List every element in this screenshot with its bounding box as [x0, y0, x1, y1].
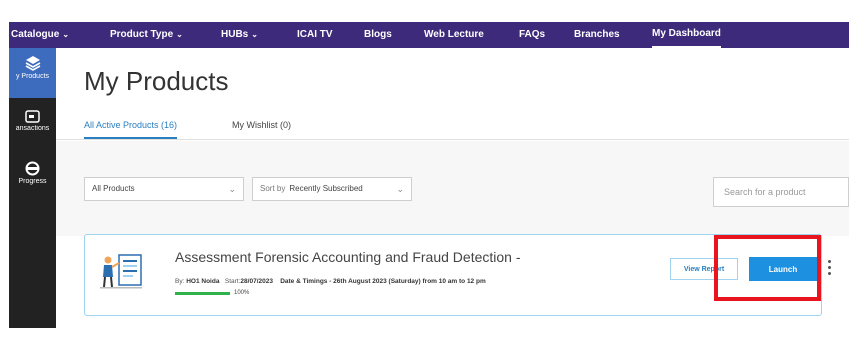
top-nav: Catalogue ⌄ Product Type ⌄ HUBs ⌄ ICAI TV B…	[9, 22, 849, 48]
sidebar-item-my-products[interactable]: y Products	[9, 48, 56, 98]
nav-hubs-label: HUBs	[221, 29, 249, 40]
tab-my-wishlist[interactable]: My Wishlist (0)	[232, 120, 291, 130]
product-meta: By: HO1 Noida Start:28/07/2023 Date & Ti…	[175, 278, 486, 285]
nav-faqs[interactable]: FAQs	[519, 22, 545, 48]
schedule-text: Date & Timings - 26th August 2023 (Satur…	[280, 278, 486, 285]
nav-hubs[interactable]: HUBs ⌄	[221, 22, 258, 48]
nav-icai-tv[interactable]: ICAI TV	[297, 22, 333, 48]
sort-label: Sort by	[260, 184, 286, 193]
page-title: My Products	[84, 66, 229, 96]
product-card: Assessment Forensic Accounting and Fraud…	[84, 234, 831, 316]
sidebar-item-label: ansactions	[15, 125, 50, 132]
receipt-icon	[25, 110, 40, 123]
product-filter-select[interactable]: All Products ⌄	[84, 177, 244, 201]
by-value: HO1 Noida	[186, 278, 220, 285]
sidebar-item-label: y Products	[15, 73, 50, 80]
nav-catalogue[interactable]: Catalogue ⌄	[11, 22, 69, 48]
chevron-down-icon: ⌄	[228, 184, 236, 194]
progress-bar	[175, 292, 230, 295]
by-label: By:	[175, 278, 185, 285]
more-options-icon[interactable]	[825, 260, 833, 280]
start-value: 28/07/2023	[240, 278, 273, 285]
product-filter-value: All Products	[92, 184, 135, 193]
sidebar-item-progress[interactable]: Progress	[9, 161, 56, 185]
sort-select[interactable]: Sort by Recently Subscribed ⌄	[252, 177, 412, 201]
progress-fill	[175, 292, 230, 295]
nav-my-dashboard[interactable]: My Dashboard	[652, 22, 721, 48]
nav-branches[interactable]: Branches	[574, 22, 620, 48]
highlight-box	[714, 235, 821, 301]
layers-icon	[25, 56, 40, 71]
chevron-down-icon: ⌄	[62, 30, 70, 39]
sort-value: Recently Subscribed	[289, 184, 363, 193]
product-title: Assessment Forensic Accounting and Fraud…	[175, 249, 521, 265]
chevron-down-icon: ⌄	[251, 30, 258, 39]
nav-web-lecture[interactable]: Web Lecture	[424, 22, 484, 48]
nav-product-type[interactable]: Product Type ⌄	[110, 22, 183, 48]
sidebar: y Products ansactions Progress	[9, 48, 56, 328]
sidebar-item-label: Progress	[18, 178, 47, 185]
nav-catalogue-label: Catalogue	[11, 29, 60, 40]
tab-divider	[56, 139, 849, 140]
course-illustration-icon	[100, 254, 142, 289]
chevron-down-icon: ⌄	[176, 30, 183, 39]
sidebar-item-transactions[interactable]: ansactions	[9, 110, 56, 132]
progress-text: 100%	[234, 290, 250, 296]
start-label: Start:	[224, 278, 241, 285]
progress-icon	[25, 161, 40, 176]
nav-blogs[interactable]: Blogs	[364, 22, 392, 48]
search-input[interactable]	[713, 177, 849, 207]
tab-all-active-products[interactable]: All Active Products (16)	[84, 120, 178, 139]
chevron-down-icon: ⌄	[396, 184, 404, 194]
nav-product-type-label: Product Type	[110, 29, 174, 40]
